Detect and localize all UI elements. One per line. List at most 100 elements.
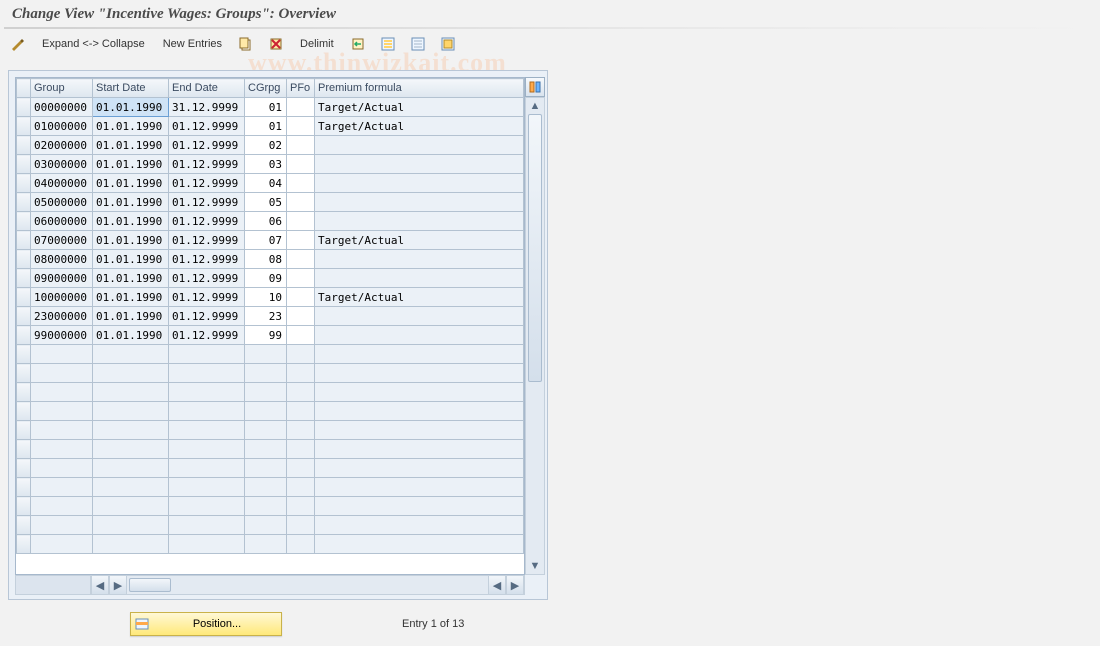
row-selector[interactable] [17,174,31,193]
delete-icon[interactable] [266,35,286,53]
cell-start-date[interactable] [93,364,169,383]
cell-cgrpg[interactable]: 09 [245,269,287,288]
cell-group[interactable]: 06000000 [31,212,93,231]
copy-icon[interactable] [236,35,256,53]
cell-group[interactable]: 01000000 [31,117,93,136]
row-selector[interactable] [17,212,31,231]
col-cgrpg[interactable]: CGrpg [245,79,287,98]
row-selector[interactable] [17,326,31,345]
cell-group[interactable] [31,383,93,402]
row-selector[interactable] [17,250,31,269]
cell-cgrpg[interactable] [245,459,287,478]
cell-pfo[interactable] [287,535,315,554]
row-selector-header[interactable] [17,79,31,98]
cell-start-date[interactable]: 01.01.1990 [93,193,169,212]
horizontal-scrollbar[interactable]: ◀ ▶ ◀ ▶ [15,575,525,595]
cell-group[interactable] [31,459,93,478]
col-end-date[interactable]: End Date [169,79,245,98]
cell-group[interactable] [31,421,93,440]
cell-cgrpg[interactable] [245,516,287,535]
cell-premium[interactable] [315,478,524,497]
row-selector[interactable] [17,117,31,136]
cell-cgrpg[interactable] [245,478,287,497]
cell-premium[interactable] [315,402,524,421]
col-start-date[interactable]: Start Date [93,79,169,98]
scroll-right-end-icon[interactable]: ▶ [506,576,524,594]
row-selector[interactable] [17,136,31,155]
cell-start-date[interactable] [93,383,169,402]
cell-end-date[interactable] [169,497,245,516]
cell-end-date[interactable]: 01.12.9999 [169,212,245,231]
cell-pfo[interactable] [287,98,315,117]
cell-pfo[interactable] [287,421,315,440]
cell-premium[interactable] [315,516,524,535]
cell-group[interactable] [31,478,93,497]
col-premium-formula[interactable]: Premium formula [315,79,524,98]
cell-start-date[interactable] [93,516,169,535]
cell-pfo[interactable] [287,364,315,383]
row-selector[interactable] [17,364,31,383]
cell-premium[interactable] [315,136,524,155]
cell-premium[interactable] [315,326,524,345]
expand-collapse-button[interactable]: Expand <-> Collapse [38,36,149,52]
cell-premium[interactable] [315,345,524,364]
cell-pfo[interactable] [287,136,315,155]
cell-group[interactable] [31,364,93,383]
cell-start-date[interactable]: 01.01.1990 [93,326,169,345]
row-selector[interactable] [17,307,31,326]
cell-end-date[interactable]: 01.12.9999 [169,174,245,193]
cell-group[interactable]: 10000000 [31,288,93,307]
cell-start-date[interactable] [93,421,169,440]
row-selector[interactable] [17,383,31,402]
cell-cgrpg[interactable]: 03 [245,155,287,174]
row-selector[interactable] [17,288,31,307]
cell-cgrpg[interactable]: 04 [245,174,287,193]
cell-premium[interactable]: Target/Actual [315,117,524,136]
row-selector[interactable] [17,155,31,174]
cell-group[interactable]: 07000000 [31,231,93,250]
cell-start-date[interactable]: 01.01.1990 [93,212,169,231]
cell-group[interactable] [31,345,93,364]
cell-start-date[interactable] [93,497,169,516]
row-selector[interactable] [17,345,31,364]
cell-end-date[interactable]: 01.12.9999 [169,136,245,155]
cell-premium[interactable] [315,364,524,383]
cell-cgrpg[interactable]: 01 [245,98,287,117]
row-selector[interactable] [17,402,31,421]
cell-cgrpg[interactable]: 02 [245,136,287,155]
cell-end-date[interactable]: 01.12.9999 [169,307,245,326]
cell-premium[interactable] [315,174,524,193]
cell-start-date[interactable]: 01.01.1990 [93,250,169,269]
cell-premium[interactable] [315,250,524,269]
row-selector[interactable] [17,98,31,117]
cell-group[interactable] [31,535,93,554]
cell-pfo[interactable] [287,288,315,307]
cell-end-date[interactable] [169,421,245,440]
cell-pfo[interactable] [287,459,315,478]
cell-premium[interactable] [315,421,524,440]
cell-end-date[interactable] [169,478,245,497]
cell-cgrpg[interactable]: 01 [245,117,287,136]
cell-cgrpg[interactable]: 08 [245,250,287,269]
cell-premium[interactable] [315,440,524,459]
cell-pfo[interactable] [287,212,315,231]
cell-group[interactable]: 00000000 [31,98,93,117]
cell-start-date[interactable]: 01.01.1990 [93,288,169,307]
cell-pfo[interactable] [287,383,315,402]
row-selector[interactable] [17,269,31,288]
row-selector[interactable] [17,516,31,535]
cell-group[interactable] [31,497,93,516]
cell-cgrpg[interactable]: 06 [245,212,287,231]
cell-group[interactable] [31,402,93,421]
cell-cgrpg[interactable] [245,421,287,440]
cell-start-date[interactable] [93,402,169,421]
row-selector[interactable] [17,193,31,212]
cell-pfo[interactable] [287,231,315,250]
row-selector[interactable] [17,459,31,478]
cell-cgrpg[interactable]: 99 [245,326,287,345]
cell-end-date[interactable]: 01.12.9999 [169,193,245,212]
cell-cgrpg[interactable] [245,383,287,402]
cell-start-date[interactable]: 01.01.1990 [93,307,169,326]
cell-cgrpg[interactable]: 07 [245,231,287,250]
cell-pfo[interactable] [287,478,315,497]
